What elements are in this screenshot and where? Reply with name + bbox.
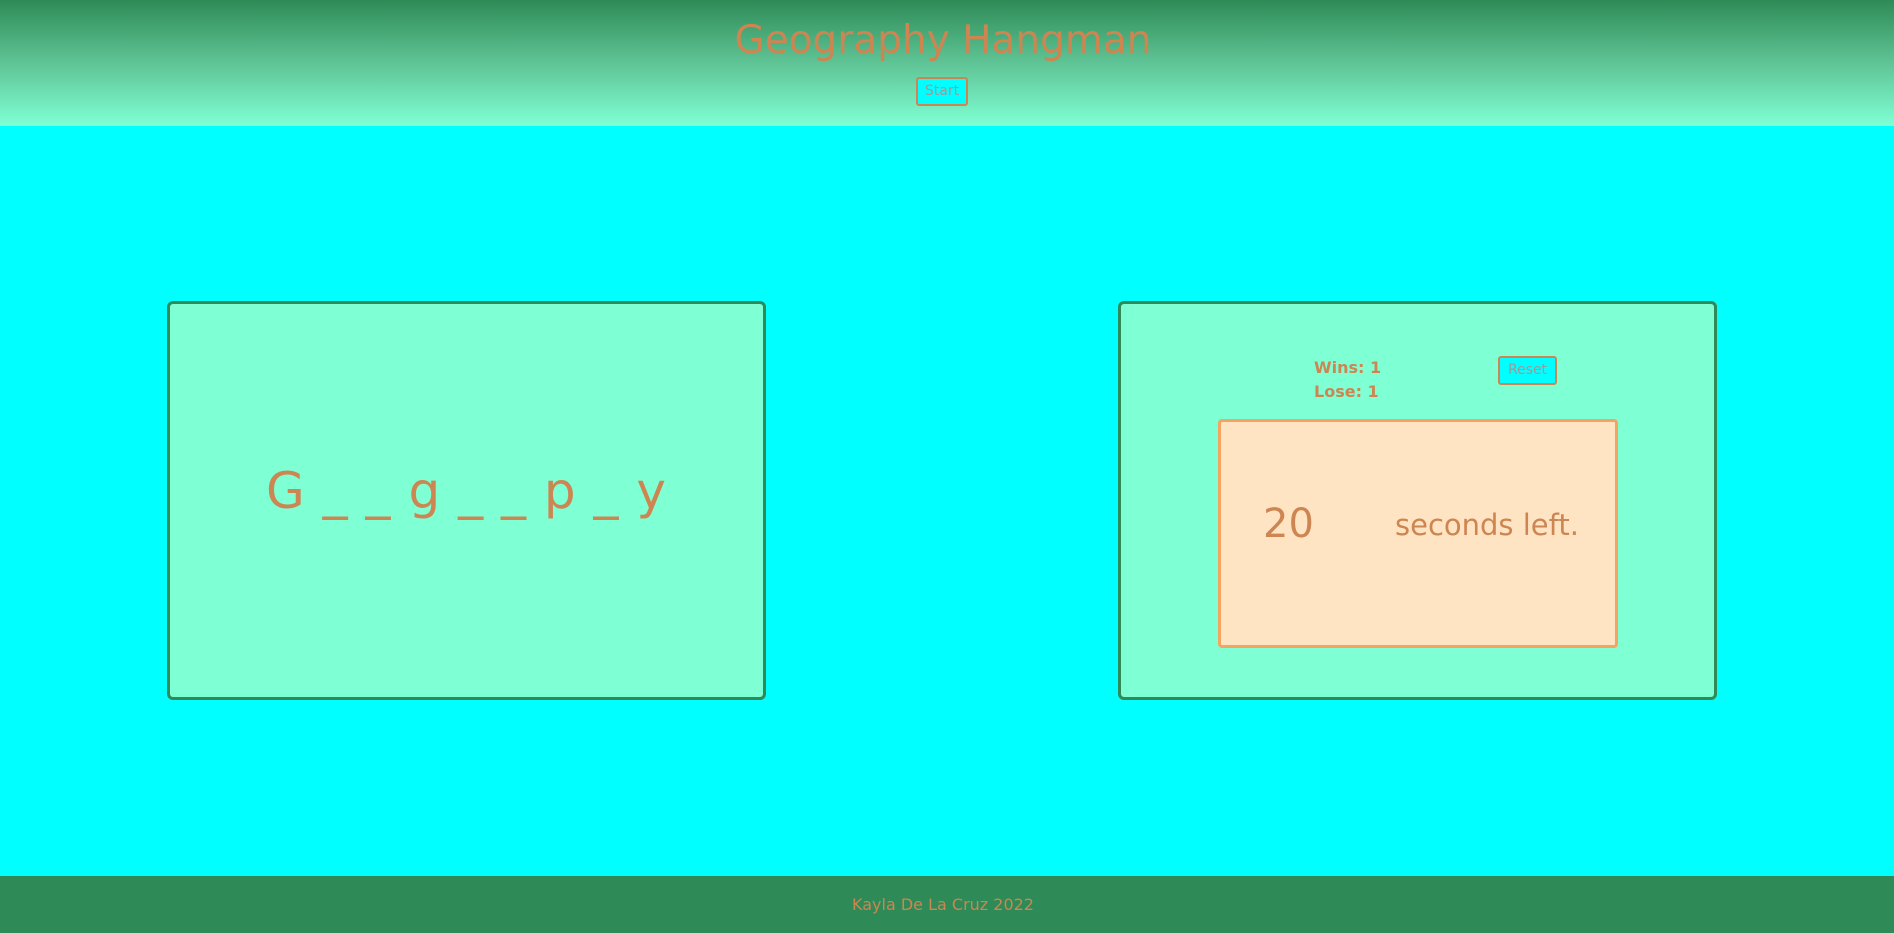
timer-seconds: 20 — [1263, 501, 1314, 547]
start-button[interactable]: Start — [916, 77, 968, 106]
wins-count: Wins: 1 — [1314, 358, 1382, 377]
hidden-word-display: G _ _ g _ _ p _ y — [266, 462, 667, 520]
stats-panel: Wins: 1 Lose: 1 Reset 20 seconds left. — [1118, 301, 1717, 700]
lose-count: Lose: 1 — [1314, 382, 1379, 401]
page-header: Geography Hangman Start — [0, 0, 1894, 126]
reset-button[interactable]: Reset — [1498, 356, 1557, 385]
timer-box: 20 seconds left. — [1218, 419, 1618, 648]
page-footer: Kayla De La Cruz 2022 — [0, 876, 1894, 933]
word-panel: G _ _ g _ _ p _ y — [167, 301, 766, 700]
timer-label: seconds left. — [1395, 508, 1579, 542]
page-title: Geography Hangman — [734, 18, 1152, 63]
footer-credit: Kayla De La Cruz 2022 — [852, 895, 1034, 914]
